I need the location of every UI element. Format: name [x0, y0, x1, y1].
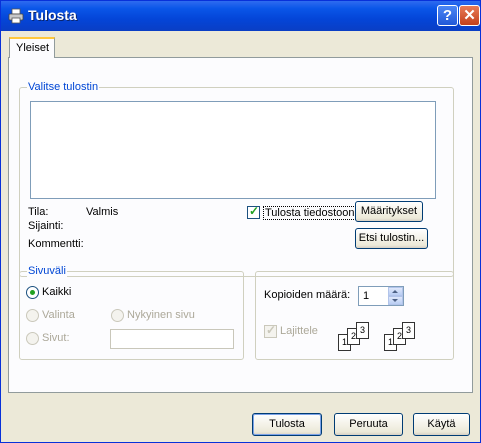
print-dialog: Tulosta ? ✕ Yleiset Valitse tulostin Til… [0, 0, 481, 443]
spin-down-icon[interactable] [388, 296, 403, 305]
selection-label: Valinta [42, 309, 75, 321]
pages-label: Sivut: [42, 332, 70, 344]
help-icon: ? [442, 7, 453, 24]
page-range-group: Sivuväli Kaikki Valinta Nykyinen sivu Si… [19, 265, 244, 360]
collate-icon-set-1: 1 2 3 [338, 322, 374, 354]
close-icon: ✕ [463, 7, 476, 24]
spin-up-icon[interactable] [388, 287, 403, 296]
collate-checkbox[interactable] [264, 323, 277, 338]
apply-button[interactable]: Käytä [413, 413, 470, 436]
selection-radio[interactable] [26, 309, 39, 322]
print-to-file-label[interactable]: Tulosta tiedostoon [263, 206, 357, 220]
help-button[interactable]: ? [437, 5, 458, 26]
copies-value[interactable]: 1 [363, 290, 369, 302]
copies-label: Kopioiden määrä: [264, 289, 351, 301]
current-page-radio[interactable] [111, 309, 124, 322]
printer-group-legend: Valitse tulostin [27, 81, 100, 93]
all-pages-radio[interactable] [26, 286, 39, 299]
window-title: Tulosta [28, 7, 77, 23]
pages-radio[interactable] [26, 332, 39, 345]
page-range-legend: Sivuväli [27, 265, 67, 277]
printer-group: Valitse tulostin Tila: Valmis Sijainti: … [19, 81, 454, 277]
tab-general-label: Yleiset [16, 42, 50, 54]
print-to-file-checkbox[interactable] [247, 204, 260, 219]
spinner-buttons [388, 287, 403, 305]
location-label: Sijainti: [28, 220, 64, 232]
find-printer-button[interactable]: Etsi tulostin... [355, 228, 428, 249]
printer-list[interactable] [30, 101, 436, 199]
cancel-button[interactable]: Peruuta [334, 413, 403, 436]
printer-icon [8, 8, 24, 24]
print-button[interactable]: Tulosta [252, 413, 322, 436]
status-value: Valmis [86, 206, 119, 218]
title-bar[interactable]: Tulosta ? ✕ [1, 1, 480, 31]
current-page-label: Nykyinen sivu [127, 309, 195, 321]
collate-icon-set-2: 1 2 3 [384, 322, 420, 354]
collate-label: Lajittele [280, 325, 318, 337]
collate-page: 3 [356, 322, 369, 339]
all-pages-label[interactable]: Kaikki [42, 286, 71, 298]
comment-label: Kommentti: [28, 238, 84, 250]
copies-spinner[interactable]: 1 [358, 286, 404, 306]
collate-page: 3 [402, 322, 415, 339]
tab-general[interactable]: Yleiset [9, 37, 55, 58]
properties-button[interactable]: Määritykset [355, 201, 423, 222]
tab-panel-general: Valitse tulostin Tila: Valmis Sijainti: … [8, 57, 473, 393]
close-button[interactable]: ✕ [459, 5, 480, 26]
status-label: Tila: [28, 206, 49, 218]
pages-input[interactable] [110, 329, 234, 349]
copies-group: Kopioiden määrä: Lajittele 1 2 3 1 2 3 [255, 271, 454, 360]
